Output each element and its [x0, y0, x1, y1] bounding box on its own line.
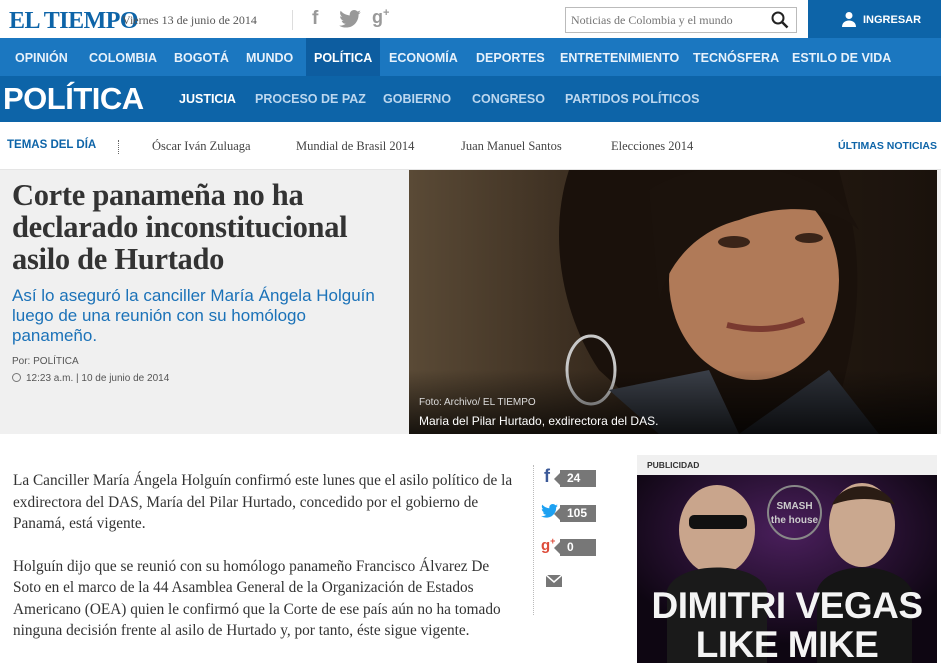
- googleplus-icon[interactable]: g+: [372, 7, 389, 28]
- article-byline[interactable]: Por: POLÍTICA: [12, 356, 79, 367]
- divider: [292, 10, 293, 30]
- share-googleplus-button[interactable]: g+ 0: [532, 535, 602, 559]
- nav-item-mundo[interactable]: MUNDO: [246, 38, 293, 76]
- subnav-item-partidos-politicos[interactable]: PARTIDOS POLÍTICOS: [565, 92, 700, 106]
- topic-link[interactable]: Mundial de Brasil 2014: [296, 139, 414, 154]
- topic-link[interactable]: Juan Manuel Santos: [461, 139, 562, 154]
- top-bar: EL TIEMPO Viernes 13 de junio de 2014 f …: [0, 0, 941, 38]
- email-icon: [546, 575, 562, 587]
- search-box: [565, 7, 797, 33]
- facebook-icon: f: [544, 466, 550, 486]
- nav-item-economia[interactable]: ECONOMÍA: [389, 38, 458, 76]
- ad-banner[interactable]: SMASH the house DIMITRI VEGAS LIKE MIKE: [637, 475, 937, 663]
- clock-icon: [12, 373, 21, 382]
- photo-illustration: [409, 170, 937, 434]
- photo-caption: Maria del Pilar Hurtado, exdirectora del…: [419, 414, 659, 428]
- article-headline: Corte panameña no ha declarado inconstit…: [12, 178, 348, 276]
- facebook-count: 24: [554, 470, 596, 487]
- twitter-count: 105: [554, 505, 596, 522]
- nav-item-deportes[interactable]: DEPORTES: [476, 38, 545, 76]
- divider: [118, 140, 119, 154]
- main-nav: OPINIÓN COLOMBIA BOGOTÁ MUNDO POLÍTICA E…: [0, 38, 941, 76]
- ad-subheadline: LIKE MIKE: [695, 624, 879, 663]
- subnav-item-congreso[interactable]: CONGRESO: [472, 92, 545, 106]
- user-icon: [842, 12, 856, 27]
- article-timestamp: 12:23 a.m. | 10 de junio de 2014: [12, 373, 169, 384]
- section-header: POLÍTICA JUSTICIA PROCESO DE PAZ GOBIERN…: [0, 76, 941, 122]
- article-paragraph: Holguín dijo que se reunió con su homólo…: [13, 557, 501, 640]
- share-email-button[interactable]: [532, 570, 602, 594]
- article-subhead: Así lo aseguró la canciller María Ángela…: [12, 286, 375, 345]
- share-facebook-button[interactable]: f 24: [532, 466, 602, 490]
- nav-item-opinion[interactable]: OPINIÓN: [15, 38, 68, 76]
- nav-item-tecnosfera[interactable]: TECNÓSFERA: [693, 38, 779, 76]
- facebook-icon[interactable]: f: [312, 8, 318, 30]
- site-logo[interactable]: EL TIEMPO: [9, 8, 139, 34]
- subnav-item-proceso-de-paz[interactable]: PROCESO DE PAZ: [255, 92, 366, 106]
- nav-item-colombia[interactable]: COLOMBIA: [89, 38, 157, 76]
- search-input[interactable]: [571, 11, 766, 29]
- ad-label: PUBLICIDAD: [647, 460, 700, 470]
- share-twitter-button[interactable]: 105: [532, 501, 602, 525]
- photo-credit: Foto: Archivo/ EL TIEMPO: [419, 397, 536, 408]
- subnav-item-justicia[interactable]: JUSTICIA: [179, 92, 236, 106]
- topic-link[interactable]: Elecciones 2014: [611, 139, 693, 154]
- nav-item-politica[interactable]: POLÍTICA: [306, 38, 381, 76]
- article-paragraph: La Canciller María Ángela Holguín confir…: [13, 472, 513, 532]
- twitter-icon[interactable]: [339, 10, 361, 34]
- nav-item-bogota[interactable]: BOGOTÁ: [174, 38, 229, 76]
- ad-slot: PUBLICIDAD SMASH the house DIMITRI VEGAS…: [637, 455, 937, 663]
- search-icon[interactable]: [771, 11, 789, 29]
- ad-headline: DIMITRI VEGAS: [651, 585, 923, 626]
- login-button[interactable]: INGRESAR: [808, 0, 941, 38]
- login-label: INGRESAR: [863, 14, 922, 26]
- topic-link[interactable]: Óscar Iván Zuluaga: [152, 139, 251, 154]
- article-photo[interactable]: Foto: Archivo/ EL TIEMPO Maria del Pilar…: [409, 170, 937, 434]
- nav-item-entretenimiento[interactable]: ENTRETENIMIENTO: [560, 38, 679, 76]
- article-hero: Corte panameña no ha declarado inconstit…: [0, 170, 941, 434]
- latest-news-link[interactable]: ÚLTIMAS NOTICIAS: [838, 140, 937, 152]
- section-title: POLÍTICA: [3, 81, 144, 116]
- article-body: La Canciller María Ángela Holguín confir…: [13, 470, 518, 663]
- timestamp-text: 12:23 a.m. | 10 de junio de 2014: [26, 373, 170, 384]
- subnav-item-gobierno[interactable]: GOBIERNO: [383, 92, 451, 106]
- topics-bar: TEMAS DEL DÍA Óscar Iván Zuluaga Mundial…: [0, 122, 941, 170]
- nav-item-estilo-de-vida[interactable]: ESTILO DE VIDA: [792, 38, 891, 76]
- ad-badge: SMASH the house: [767, 485, 822, 540]
- current-date: Viernes 13 de junio de 2014: [122, 13, 257, 27]
- topics-label: TEMAS DEL DÍA: [7, 139, 97, 151]
- googleplus-count: 0: [554, 539, 596, 556]
